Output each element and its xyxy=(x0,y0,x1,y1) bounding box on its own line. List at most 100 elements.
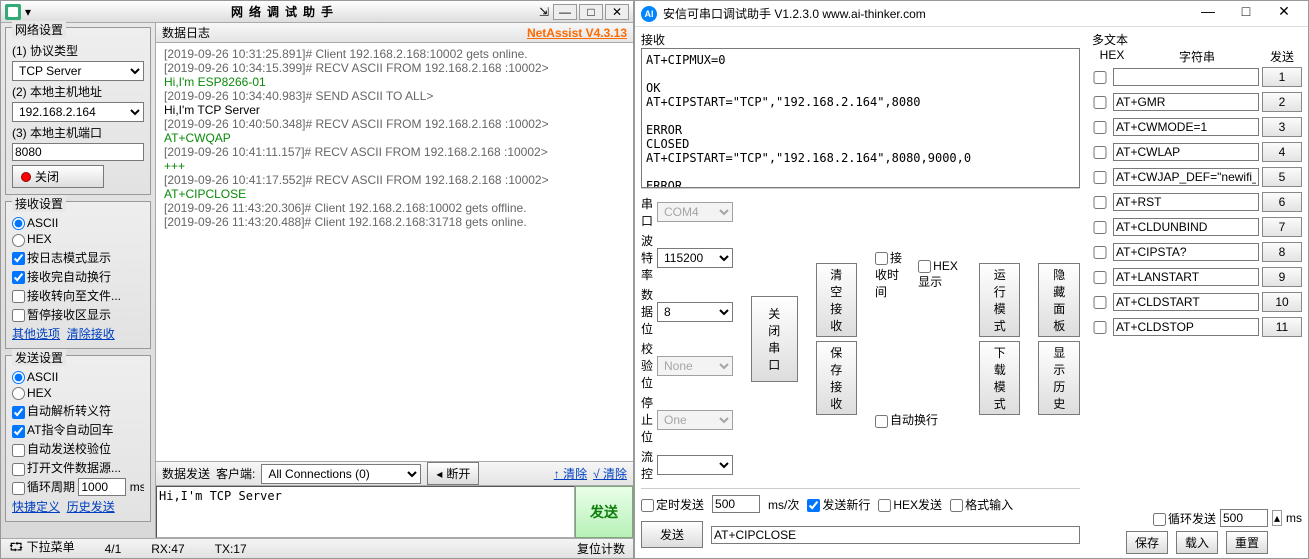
mt-send-button[interactable]: 6 xyxy=(1262,192,1302,212)
loopsend-check[interactable]: 循环发送 xyxy=(1153,510,1216,527)
maximize-button[interactable]: □ xyxy=(1228,4,1264,24)
mt-text-input[interactable] xyxy=(1113,118,1259,136)
mt-hex-check[interactable] xyxy=(1092,246,1108,259)
save-recv-button[interactable]: 保存接收 xyxy=(816,341,858,415)
loopsend-input[interactable] xyxy=(1220,509,1268,527)
recv-box[interactable]: AT+CIPMUX=0 OK AT+CIPSTART="TCP","192.16… xyxy=(641,48,1080,188)
pin-icon[interactable]: ⇲ xyxy=(539,5,549,19)
mt-hex-check[interactable] xyxy=(1092,171,1108,184)
sendnewline-check[interactable]: 发送新行 xyxy=(807,496,870,513)
proto-select[interactable]: TCP Server xyxy=(12,61,144,81)
mt-hex-check[interactable] xyxy=(1092,221,1108,234)
mt-text-input[interactable] xyxy=(1113,143,1259,161)
send-atcr-check[interactable]: AT指令自动回车 xyxy=(12,421,144,438)
loop-period-input[interactable] xyxy=(78,478,126,496)
mt-hex-check[interactable] xyxy=(1092,296,1108,309)
parity-select[interactable]: None xyxy=(657,356,733,376)
mt-send-button[interactable]: 5 xyxy=(1262,167,1302,187)
close-serial-button[interactable]: 关闭串口 xyxy=(751,296,798,382)
port-select[interactable]: COM4 xyxy=(657,202,733,222)
clear-recv-button[interactable]: 清空接收 xyxy=(816,263,858,337)
send-loop-check[interactable]: 循环周期 ms xyxy=(12,478,144,496)
mt-hex-check[interactable] xyxy=(1092,196,1108,209)
autowrap-check[interactable]: 自动换行 xyxy=(875,411,961,428)
mt-send-button[interactable]: 10 xyxy=(1262,292,1302,312)
mt-text-input[interactable] xyxy=(1113,168,1259,186)
recv-ascii-radio[interactable]: ASCII xyxy=(12,216,144,230)
recv-tofile-check[interactable]: 接收转向至文件... xyxy=(12,287,144,304)
stop-select[interactable]: One xyxy=(657,410,733,430)
serial-send-button[interactable]: 发送 xyxy=(641,521,703,548)
mt-hex-check[interactable] xyxy=(1092,121,1108,134)
recv-options-link[interactable]: 其他选项 xyxy=(12,327,60,341)
send-quick-link[interactable]: 快捷定义 xyxy=(12,500,60,514)
mt-hex-check[interactable] xyxy=(1092,96,1108,109)
mt-text-input[interactable] xyxy=(1113,93,1259,111)
formatinput-check[interactable]: 格式输入 xyxy=(950,496,1013,513)
mt-send-button[interactable]: 2 xyxy=(1262,92,1302,112)
send-file-check[interactable]: 打开文件数据源... xyxy=(12,459,144,476)
close-window-button[interactable]: ✕ xyxy=(605,4,629,20)
minimize-button[interactable]: — xyxy=(553,4,577,20)
mt-send-button[interactable]: 4 xyxy=(1262,142,1302,162)
spinner-icon[interactable]: ▴ xyxy=(1272,510,1282,526)
maximize-button[interactable]: □ xyxy=(579,4,603,20)
timedsend-check[interactable]: 定时发送 xyxy=(641,496,704,513)
hexsend-check[interactable]: HEX发送 xyxy=(878,496,942,513)
clear-up-link[interactable]: ↑ 清除 xyxy=(554,465,587,482)
menu-icon[interactable]: ▾ xyxy=(25,5,31,19)
recv-logmode-check[interactable]: 按日志模式显示 xyxy=(12,249,144,266)
mt-text-input[interactable] xyxy=(1113,218,1259,236)
mt-load-button[interactable]: 载入 xyxy=(1176,531,1218,554)
mt-text-input[interactable] xyxy=(1113,193,1259,211)
send-hex-radio[interactable]: HEX xyxy=(12,386,52,400)
hexdisp-check[interactable]: HEX显示 xyxy=(918,259,961,290)
recv-pause-check[interactable]: 暂停接收区显示 xyxy=(12,306,144,323)
mt-text-input[interactable] xyxy=(1113,268,1259,286)
databits-select[interactable]: 8 xyxy=(657,302,733,322)
mt-text-input[interactable] xyxy=(1113,293,1259,311)
mt-send-button[interactable]: 7 xyxy=(1262,217,1302,237)
baud-select[interactable]: 115200 xyxy=(657,248,733,268)
interval-input[interactable] xyxy=(712,495,760,513)
recv-hex-radio[interactable]: HEX xyxy=(12,232,52,246)
recvtime-check[interactable]: 接收时间 xyxy=(875,249,908,300)
status-reset[interactable]: 复位计数 xyxy=(577,540,625,557)
mt-text-input[interactable] xyxy=(1113,68,1259,86)
netassist-link[interactable]: NetAssist V4.3.13 xyxy=(527,26,627,40)
send-escape-check[interactable]: 自动解析转义符 xyxy=(12,402,144,419)
serial-send-input[interactable] xyxy=(711,526,1080,544)
close-conn-button[interactable]: 关闭 xyxy=(12,165,104,188)
showhistory-button[interactable]: 显示历史 xyxy=(1038,341,1080,415)
send-ascii-radio[interactable]: ASCII xyxy=(12,370,144,384)
send-history-link[interactable]: 历史发送 xyxy=(67,500,115,514)
dlmode-button[interactable]: 下载模式 xyxy=(979,341,1021,415)
mt-send-button[interactable]: 9 xyxy=(1262,267,1302,287)
recv-autowrap-check[interactable]: 接收完自动换行 xyxy=(12,268,144,285)
minimize-button[interactable]: — xyxy=(1190,4,1226,24)
mt-send-button[interactable]: 3 xyxy=(1262,117,1302,137)
mt-send-button[interactable]: 8 xyxy=(1262,242,1302,262)
mt-reset-button[interactable]: 重置 xyxy=(1226,531,1268,554)
mt-send-button[interactable]: 1 xyxy=(1262,67,1302,87)
log-box[interactable]: [2019-09-26 10:31:25.891]# Client 192.16… xyxy=(156,43,633,461)
host-select[interactable]: 192.168.2.164 xyxy=(12,102,144,122)
close-window-button[interactable]: ✕ xyxy=(1266,4,1302,24)
port-input[interactable] xyxy=(12,143,144,161)
mt-text-input[interactable] xyxy=(1113,243,1259,261)
conn-select[interactable]: All Connections (0) xyxy=(261,464,421,484)
recv-clear-link[interactable]: 清除接收 xyxy=(67,327,115,341)
hidepanel-button[interactable]: 隐藏面板 xyxy=(1038,263,1080,337)
mt-text-input[interactable] xyxy=(1113,318,1259,336)
flow-select[interactable] xyxy=(657,455,733,475)
mt-hex-check[interactable] xyxy=(1092,271,1108,284)
runmode-button[interactable]: 运行模式 xyxy=(979,263,1021,337)
send-textarea[interactable] xyxy=(156,486,575,538)
mt-save-button[interactable]: 保存 xyxy=(1126,531,1168,554)
disconnect-button[interactable]: ◂ 断开 xyxy=(427,462,479,485)
clear-down-link[interactable]: √ 清除 xyxy=(593,465,627,482)
send-button[interactable]: 发送 xyxy=(575,486,633,538)
mt-hex-check[interactable] xyxy=(1092,71,1108,84)
send-checksum-check[interactable]: 自动发送校验位 xyxy=(12,440,144,457)
mt-hex-check[interactable] xyxy=(1092,321,1108,334)
